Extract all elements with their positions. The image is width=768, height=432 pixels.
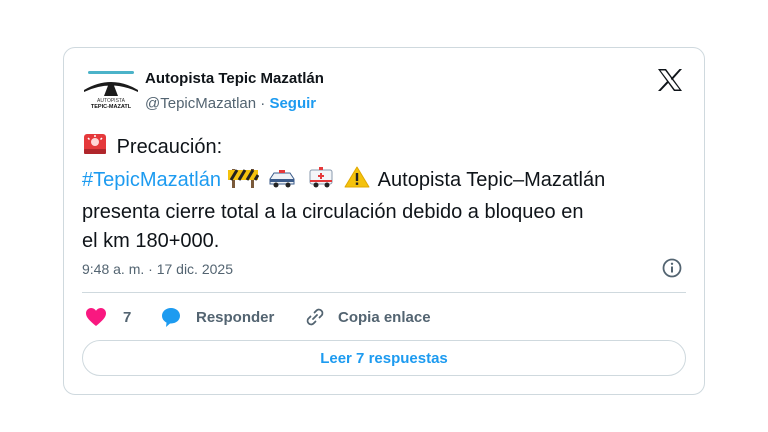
copy-link-button[interactable]: Copia enlace <box>304 305 431 329</box>
reply-button[interactable]: Responder <box>160 305 274 329</box>
like-count: 7 <box>123 308 132 326</box>
ambulance-emoji-icon <box>306 165 336 198</box>
copy-link-label: Copia enlace <box>338 308 431 326</box>
highway-name-text: Autopista Tepic–Mazatlán <box>377 169 606 191</box>
link-icon <box>306 308 324 326</box>
divider <box>82 292 686 293</box>
police-car-emoji-icon <box>267 165 297 198</box>
tweet-line-1: Precaución: <box>82 132 692 165</box>
tweet-line-3: presenta cierre total a la circulación d… <box>82 201 584 223</box>
tweet-card: AUTOPISTA TEPIC-MAZATL Autopista Tepic M… <box>63 47 705 395</box>
author-avatar[interactable]: AUTOPISTA TEPIC-MAZATL <box>82 69 140 111</box>
author-handle[interactable]: @TepicMazatlan <box>145 95 256 112</box>
x-logo-icon[interactable] <box>657 68 683 92</box>
reply-label: Responder <box>196 308 275 326</box>
svg-text:TEPIC-MAZATL: TEPIC-MAZATL <box>91 104 132 110</box>
separator-dot: · <box>260 95 266 112</box>
tweet-actions: 7 Responder Copia enlace <box>82 305 682 329</box>
precaution-text: Precaución: <box>116 136 223 158</box>
reply-bubble-icon <box>162 308 180 327</box>
read-replies-label: Leer 7 respuestas <box>320 349 448 367</box>
tweet-timestamp[interactable]: 9:48 a. m. · 17 dic. 2025 <box>82 261 233 277</box>
like-button[interactable]: 7 <box>85 305 131 329</box>
hashtag-link[interactable]: #TepicMazatlán <box>82 169 221 191</box>
siren-emoji-icon <box>82 132 108 165</box>
heart-icon <box>86 308 106 326</box>
follow-button[interactable]: Seguir <box>269 95 316 112</box>
read-replies-button[interactable]: Leer 7 respuestas <box>82 340 686 376</box>
construction-emoji-icon <box>227 165 259 198</box>
tweet-line-2: #TepicMazatlán Autopista Tepic–Mazatlán <box>82 165 692 198</box>
author-handle-row: @TepicMazatlan · Seguir <box>145 95 316 112</box>
autopista-logo-icon: AUTOPISTA TEPIC-MAZATL <box>84 71 138 110</box>
warning-emoji-icon <box>344 165 370 198</box>
tweet-text: Precaución: #TepicMazatlán Autopista Tep… <box>82 132 692 256</box>
tweet-line-4: el km 180+000. <box>82 230 220 252</box>
info-icon[interactable] <box>661 257 683 279</box>
author-name[interactable]: Autopista Tepic Mazatlán <box>145 70 324 87</box>
